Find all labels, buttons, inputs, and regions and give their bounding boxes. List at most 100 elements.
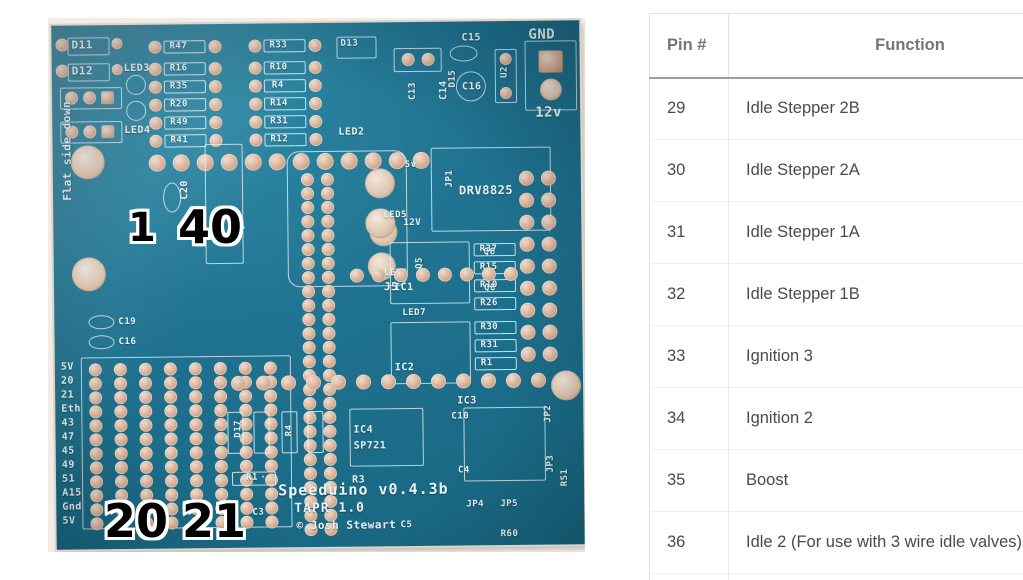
- pcb-pad: [405, 373, 422, 390]
- pcb-pad: [189, 460, 203, 474]
- pcb-pad: [88, 377, 103, 391]
- pin-header-row-bottom: [51, 20, 579, 391]
- pin-annotation-1: 1: [126, 205, 159, 251]
- cell-pin-number: 35: [649, 449, 729, 512]
- pcb-pad: [255, 375, 272, 391]
- pcb-pad: [90, 503, 104, 517]
- pcb-pad: [214, 389, 228, 404]
- silk-c15: C15: [461, 32, 482, 44]
- table-body: 29 Idle Stepper 2B 30 Idle Stepper 2A 31 Idle…: [649, 77, 1023, 580]
- pin-annotation-40: 40: [175, 200, 244, 254]
- pcb-pad: [138, 376, 153, 390]
- cell-pin-number: 36: [649, 511, 729, 574]
- silk-ic1: IC1: [393, 281, 414, 294]
- silk-resistor: R4: [271, 80, 284, 91]
- pcb-pad: [139, 460, 153, 474]
- pcb-pad: [303, 453, 317, 467]
- silk-d11: D11: [71, 38, 93, 52]
- pcb-pad: [214, 403, 228, 418]
- pcb-pad: [113, 363, 127, 377]
- silk-c10: C10: [451, 411, 470, 422]
- pcb-pad: [321, 242, 335, 256]
- silk-resistor: R41: [170, 135, 189, 146]
- pcb-pad: [89, 391, 103, 405]
- cell-pin-number: 30: [649, 139, 729, 202]
- pcb-pad: [323, 438, 337, 452]
- silk-ic2: IC2: [394, 361, 415, 374]
- pcb-pad: [114, 461, 128, 475]
- pcb-pad: [89, 475, 104, 489]
- silk-jp4: JP4: [466, 499, 485, 510]
- pcb-pad: [320, 172, 334, 186]
- pcb-pad: [455, 373, 472, 389]
- silk-resistor: R31: [270, 116, 289, 127]
- pcb-figure: D11 D12 LED3 LED4 R47 R16 R35 R20 R49 R4…: [40, 16, 596, 580]
- table-row: 31 Idle Stepper 1A: [649, 201, 1023, 264]
- pcb-pad: [114, 391, 128, 405]
- silk-flat-side-down: Flat side down: [60, 100, 75, 201]
- pin-annotation-20: 20: [101, 494, 170, 548]
- pcb-pad: [164, 390, 178, 404]
- table-header-row: Pin # Function: [649, 13, 1023, 79]
- pcb-pad: [163, 376, 178, 390]
- silk-c16: C16: [461, 81, 482, 93]
- silk-r60: R60: [500, 528, 519, 540]
- pcb-board: D11 D12 LED3 LED4 R47 R16 R35 R20 R49 R4…: [51, 20, 585, 550]
- pcb-pad: [371, 268, 386, 283]
- pcb-pad: [323, 424, 337, 438]
- pcb-pad: [114, 419, 128, 433]
- pcb-pad: [189, 404, 203, 418]
- pcb-pad: [164, 446, 178, 460]
- cell-function: Ignition 3: [728, 325, 1023, 388]
- pcb-pad: [230, 375, 247, 391]
- pcb-pad: [239, 389, 253, 403]
- pcb-pad: [164, 474, 179, 488]
- silk-resistor: R14: [270, 98, 288, 109]
- pcb-pad: [302, 341, 316, 355]
- silk-c4: C4: [457, 465, 470, 476]
- silk-led3: LED3: [123, 62, 150, 75]
- pcb-pad: [214, 417, 228, 432]
- pcb-pad: [163, 362, 177, 376]
- pcb-pad: [302, 355, 316, 369]
- pcb-pad: [302, 327, 316, 341]
- pcb-pad: [265, 487, 279, 501]
- pcb-pad: [302, 313, 316, 327]
- silk-resistor: R10: [479, 280, 498, 291]
- pcb-pad: [139, 432, 153, 446]
- silk-sp721: SP721: [353, 440, 387, 452]
- pcb-pad: [265, 515, 279, 529]
- table-row: 32 Idle Stepper 1B: [649, 263, 1023, 326]
- silk-c3: C3: [252, 507, 265, 518]
- pcb-pad: [321, 284, 336, 298]
- pin-header-col-center: [51, 20, 579, 537]
- pcb-pad: [164, 418, 178, 432]
- eth-label: Gnd: [62, 501, 82, 513]
- pcb-pad: [214, 445, 228, 460]
- table-row: 34 Ignition 2: [649, 387, 1023, 450]
- pcb-pad: [321, 214, 335, 228]
- eth-label: A15: [62, 487, 82, 499]
- silk-r51: R51: [559, 468, 571, 487]
- eth-label: 5V: [60, 361, 74, 373]
- silk-d12: D12: [71, 64, 94, 78]
- prototype-pad-matrix: [51, 20, 579, 531]
- column-header-pin: Pin #: [649, 13, 729, 79]
- pcb-pad: [321, 228, 335, 242]
- pcb-pad: [320, 186, 335, 200]
- pcb-pad: [303, 467, 318, 481]
- pcb-pad: [323, 396, 337, 410]
- cell-function: Idle Stepper 1A: [728, 201, 1023, 264]
- pcb-pad: [301, 215, 315, 229]
- silk-d13: D13: [340, 38, 359, 49]
- silk-j3: J3: [578, 30, 585, 45]
- eth-label: 51: [61, 473, 76, 485]
- silk-resistor: R37: [479, 244, 498, 255]
- cell-pin-number: 29: [649, 77, 729, 140]
- pcb-pad: [505, 372, 522, 389]
- silk-led2: LED2: [338, 126, 365, 138]
- pcb-pad: [380, 374, 397, 390]
- pcb-pad: [322, 298, 336, 312]
- silk-drv8825: DRV8825: [458, 182, 514, 198]
- pcb-pad: [305, 374, 322, 391]
